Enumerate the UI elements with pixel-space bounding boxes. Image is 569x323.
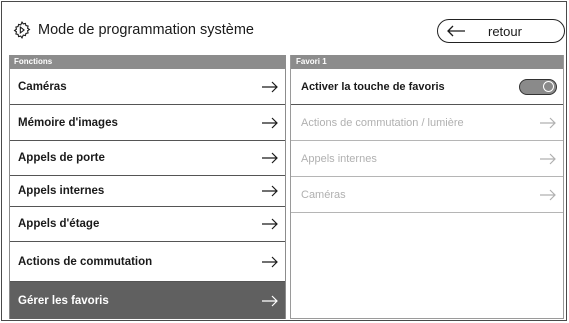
menu-item-label: Appels de porte [18,152,105,164]
menu-item-label: Caméras [18,80,67,93]
menu-item-cameras[interactable]: Caméras [10,69,285,105]
favorite-item-cameras: Caméras [291,177,563,213]
title-area: Mode de programmation système [12,20,254,40]
arrow-right-icon [262,256,278,267]
arrow-right-icon [262,185,278,197]
menu-item-label: Actions de commutation [18,255,153,268]
arrow-left-icon [447,25,465,37]
menu-item-manage-favorites[interactable]: Gérer les favoris [10,282,285,319]
favorite-item-label: Caméras [301,188,346,201]
functions-list: Caméras Mémoire d'images Appels de porte… [9,69,286,319]
menu-item-internal-calls[interactable]: Appels internes [10,176,285,207]
arrow-right-icon [262,218,278,230]
arrow-right-icon [540,189,556,200]
menu-item-label: Appels d'étage [18,218,100,230]
favorite-panel-header: Favori 1 [291,55,563,69]
back-button-label: retour [488,23,522,39]
arrow-right-icon [262,152,278,164]
menu-item-label: Gérer les favoris [18,294,109,307]
arrow-right-icon [262,81,278,92]
menu-item-image-memory[interactable]: Mémoire d'images [10,105,285,141]
menu-item-floor-calls[interactable]: Appels d'étage [10,207,285,242]
favorite-item-switching-light: Actions de commutation / lumière [291,105,563,141]
arrow-right-icon [262,117,278,128]
menu-item-switching-actions[interactable]: Actions de commutation [10,242,285,282]
back-button[interactable]: retour [437,19,565,43]
arrow-right-icon [540,117,556,128]
favorite-key-toggle-row: Activer la touche de favoris [291,69,563,105]
favorite-item-label: Actions de commutation / lumière [301,116,464,129]
favorite-item-internal-calls: Appels internes [291,141,563,177]
menu-item-label: Mémoire d'images [18,116,118,129]
arrow-right-icon [262,295,278,306]
menu-item-label: Appels internes [18,185,105,197]
menu-item-door-calls[interactable]: Appels de porte [10,141,285,176]
page-title: Mode de programmation système [38,22,254,38]
favorite-key-toggle-label: Activer la touche de favoris [301,80,445,93]
favorite-panel: Favori 1 Activer la touche de favoris Ac… [290,55,564,319]
toggle-knob [543,80,554,92]
functions-panel-header: Fonctions [9,55,286,69]
window: Mode de programmation système retour Fon… [1,1,567,321]
functions-panel: Fonctions Caméras Mémoire d'images Appel… [9,55,286,319]
arrow-right-icon [540,153,556,164]
favorite-item-label: Appels internes [301,152,377,165]
favorite-key-toggle[interactable] [519,78,557,95]
header: Mode de programmation système retour [2,2,566,48]
gear-icon [13,20,31,40]
